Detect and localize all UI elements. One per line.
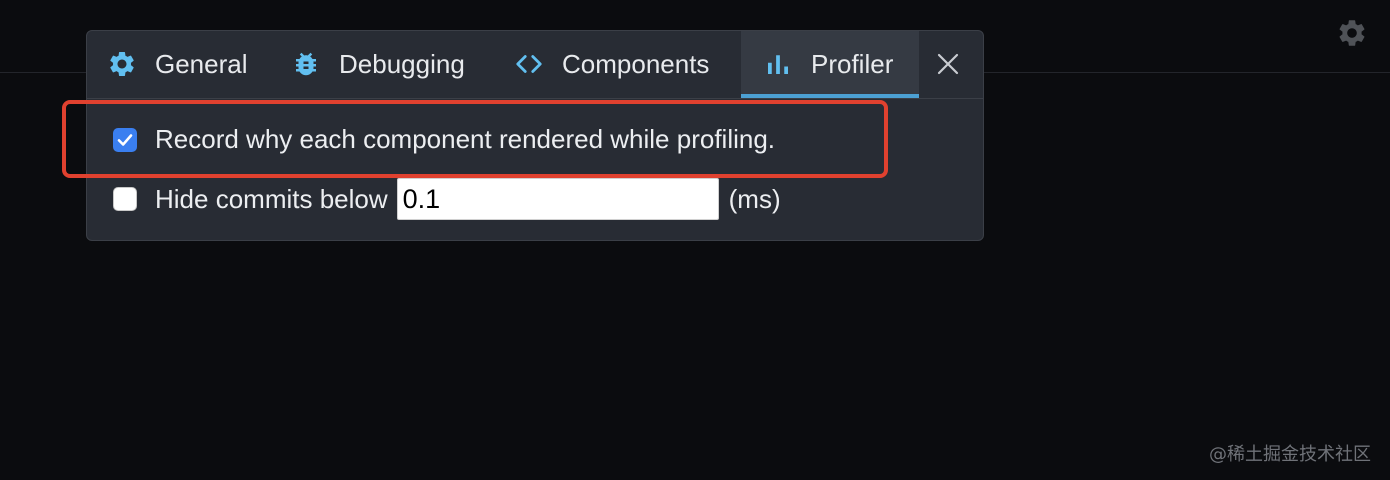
- record-why-option: Record why each component rendered while…: [113, 124, 775, 155]
- gear-icon: [1339, 20, 1365, 46]
- hide-commits-option: Hide commits below (ms): [113, 178, 781, 220]
- record-why-label: Record why each component rendered while…: [155, 124, 776, 154]
- checkmark-icon: [117, 133, 133, 146]
- tab-debugging-label: Debugging: [339, 48, 465, 79]
- watermark: @稀土掘金技术社区: [1209, 444, 1371, 465]
- close-button[interactable]: [933, 49, 963, 79]
- tab-general-label: General: [155, 48, 248, 79]
- close-icon: [937, 53, 959, 75]
- tab-profiler[interactable]: Profiler: [741, 31, 919, 98]
- bug-icon: [291, 49, 321, 79]
- gear-icon: [107, 49, 137, 79]
- tab-general[interactable]: General: [107, 31, 248, 97]
- settings-gear-button[interactable]: [1336, 17, 1368, 49]
- code-brackets-icon: [514, 49, 544, 79]
- tab-components-label: Components: [562, 48, 710, 79]
- hide-commits-checkbox[interactable]: [113, 187, 137, 211]
- bar-chart-icon: [763, 49, 793, 79]
- settings-tab-bar: General Debugging Components Profiler: [87, 31, 983, 99]
- tab-components[interactable]: Components: [514, 31, 709, 97]
- threshold-unit-label: (ms): [728, 183, 781, 214]
- settings-modal: General Debugging Components Profiler Re…: [86, 30, 984, 241]
- commit-threshold-input[interactable]: [396, 178, 719, 220]
- hide-commits-label: Hide commits below: [155, 183, 388, 214]
- tab-debugging[interactable]: Debugging: [291, 31, 465, 97]
- record-why-checkbox[interactable]: [113, 127, 137, 152]
- tab-profiler-label: Profiler: [811, 48, 894, 79]
